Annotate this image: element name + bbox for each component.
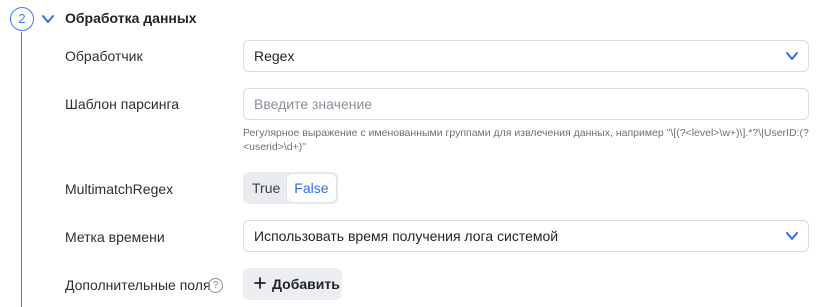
- chevron-down-icon: [786, 232, 798, 240]
- timestamp-select-value: Использовать время получения лога систем…: [254, 228, 559, 244]
- pattern-input-placeholder: Введите значение: [254, 96, 373, 112]
- chevron-down-icon: [786, 52, 798, 60]
- step-connector-line: [21, 32, 22, 307]
- section-title[interactable]: Обработка данных: [65, 10, 197, 26]
- pattern-input[interactable]: Введите значение: [243, 88, 809, 120]
- handler-select-value: Regex: [254, 48, 295, 64]
- add-field-button[interactable]: Добавить: [243, 268, 342, 300]
- pattern-label: Шаблон парсинга: [65, 96, 180, 112]
- pattern-hint: Регулярное выражение с именованными груп…: [243, 127, 809, 153]
- collapse-chevron-icon[interactable]: [41, 12, 55, 26]
- plus-icon: [254, 277, 266, 289]
- multimatch-option-true[interactable]: True: [245, 174, 287, 202]
- question-circle-icon[interactable]: ?: [208, 278, 223, 293]
- add-field-button-label: Добавить: [272, 276, 340, 292]
- timestamp-label: Метка времени: [65, 229, 165, 245]
- extra-fields-label: Дополнительные поля: [65, 277, 211, 293]
- timestamp-select[interactable]: Использовать время получения лога систем…: [243, 220, 809, 252]
- handler-label: Обработчик: [65, 48, 143, 64]
- multimatch-label: MultimatchRegex: [65, 181, 174, 197]
- step-number-badge: 2: [10, 7, 34, 31]
- multimatch-toggle[interactable]: True False: [243, 172, 338, 204]
- handler-select[interactable]: Regex: [243, 40, 809, 72]
- multimatch-option-false[interactable]: False: [287, 174, 336, 202]
